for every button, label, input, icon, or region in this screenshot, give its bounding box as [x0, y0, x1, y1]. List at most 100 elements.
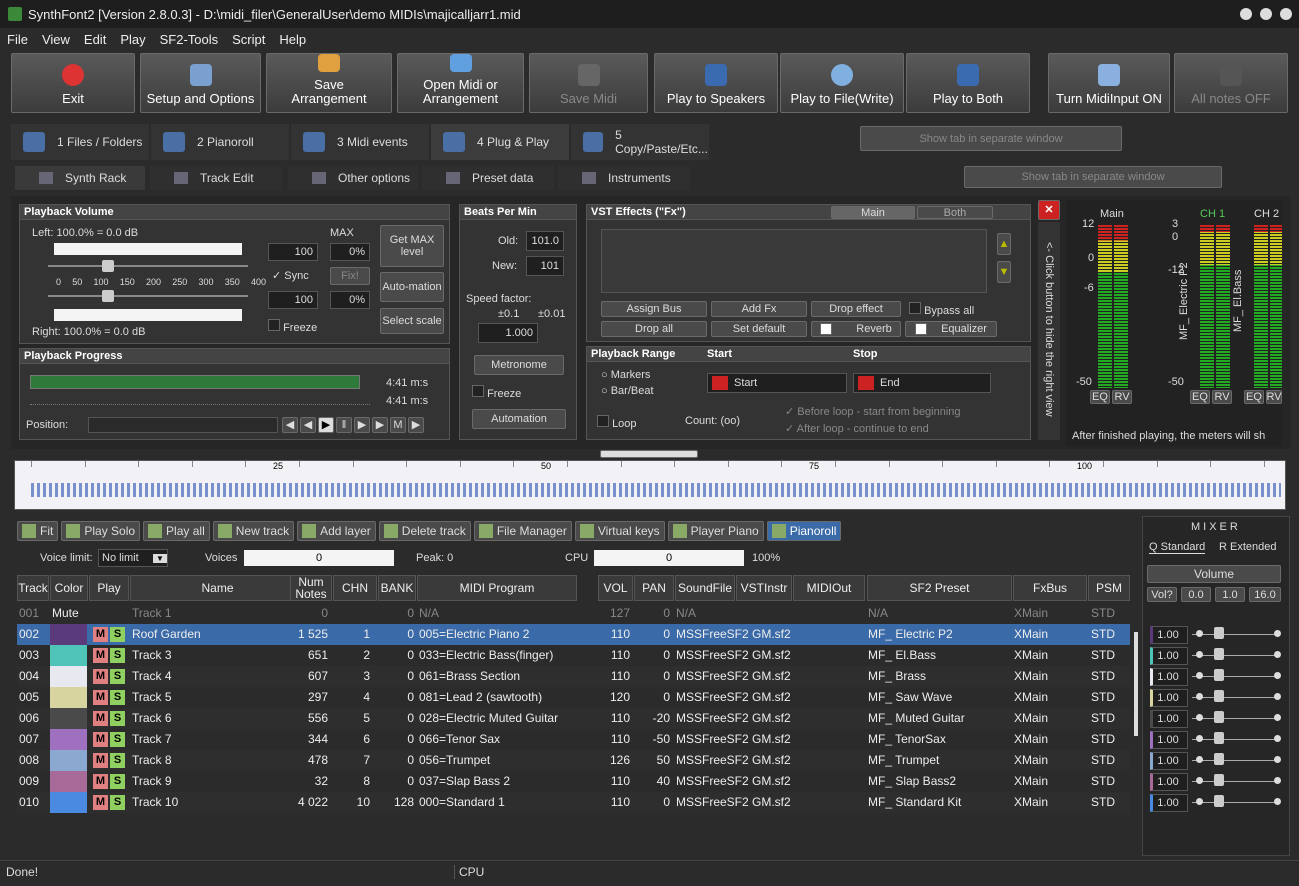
mixer-volume-value[interactable]: 1.00 [1150, 731, 1188, 749]
track-soundfile[interactable]: MSSFreeSF2 GM.sf2 [676, 648, 791, 662]
tracktool-fit[interactable]: Fit [17, 521, 59, 541]
track-fxbus[interactable]: XMain [1014, 627, 1048, 641]
move-up-icon[interactable]: ▲ [997, 233, 1011, 255]
track-pan[interactable]: -20 [653, 711, 670, 725]
col-fxbus[interactable]: FxBus [1013, 575, 1087, 601]
solo-button[interactable]: S [110, 795, 125, 810]
mute-button[interactable]: M [93, 648, 108, 663]
mixer-volume-value[interactable]: 1.00 [1150, 689, 1188, 707]
save-arrangement-button[interactable]: Save Arrangement [266, 53, 392, 113]
track-bank[interactable]: 0 [407, 648, 414, 662]
mixer-slider-thumb[interactable] [1214, 648, 1224, 660]
mixer-slider-track[interactable] [1192, 760, 1276, 761]
show-tab-window-button[interactable]: Show tab in separate window [860, 126, 1122, 151]
track-program[interactable]: 061=Brass Section [419, 669, 520, 683]
right-volume-input[interactable]: 100 [268, 291, 318, 309]
mixer-slider-track[interactable] [1192, 655, 1276, 656]
play-icon[interactable]: ▶ [318, 417, 334, 433]
mixer-pan-knob[interactable] [1196, 714, 1203, 721]
prev-icon[interactable]: ◀ [300, 417, 316, 433]
subtab-2[interactable]: Track Edit [150, 166, 282, 190]
reverb-button[interactable]: Reverb [811, 321, 901, 337]
track-name[interactable]: Track 10 [132, 795, 178, 809]
col-vol[interactable]: VOL [598, 575, 633, 601]
mixer-pan-knob[interactable] [1196, 630, 1203, 637]
track-psm[interactable]: STD [1091, 648, 1115, 662]
track-vol[interactable]: 110 [611, 669, 630, 683]
mixer-pan-knob[interactable] [1196, 693, 1203, 700]
loop-checkbox[interactable]: Loop [597, 415, 637, 430]
table-row[interactable]: 008 M S Track 8 478 7 0 056=Trumpet 126 50 MSSFree… [17, 750, 1130, 771]
track-chn[interactable]: 5 [363, 711, 370, 725]
solo-button[interactable]: S [110, 648, 125, 663]
mixer-pan-knob[interactable] [1196, 735, 1203, 742]
col-vstinstr[interactable]: VSTInstr [736, 575, 792, 601]
track-program[interactable]: 028=Electric Muted Guitar [419, 711, 558, 725]
play-both-button[interactable]: Play to Both [906, 53, 1030, 113]
tab-4[interactable]: 4 Plug & Play [431, 124, 569, 160]
ch2-rv-button[interactable]: RV [1266, 390, 1282, 404]
track-fxbus[interactable]: XMain [1014, 690, 1048, 704]
after-loop-checkbox[interactable]: ✓ After loop - continue to end [785, 422, 929, 435]
track-soundfile[interactable]: MSSFreeSF2 GM.sf2 [676, 711, 791, 725]
track-psm[interactable]: STD [1091, 627, 1115, 641]
track-psm[interactable]: STD [1091, 606, 1115, 620]
mixer-volume-button[interactable]: Volume [1147, 565, 1281, 583]
track-vol[interactable]: 127 [610, 606, 630, 620]
maximize-icon[interactable] [1260, 8, 1272, 20]
mixer-slider-thumb[interactable] [1214, 795, 1224, 807]
pause-icon[interactable]: ‖ [336, 417, 352, 433]
mute-button[interactable]: M [93, 753, 108, 768]
table-row[interactable]: 002 M S Roof Garden 1 525 1 0 005=Electric Pian… [17, 624, 1130, 645]
next-icon[interactable]: ▶ [354, 417, 370, 433]
track-pan[interactable]: 0 [663, 690, 670, 704]
solo-button[interactable]: S [110, 690, 125, 705]
mixer-slider-thumb[interactable] [1214, 690, 1224, 702]
track-fxbus[interactable]: XMain [1014, 774, 1048, 788]
col-midi-program[interactable]: MIDI Program [417, 575, 577, 601]
left-volume-input[interactable]: 100 [268, 243, 318, 261]
track-sf2-preset[interactable]: MF_ Trumpet [868, 753, 939, 767]
solo-button[interactable]: S [110, 753, 125, 768]
track-color-swatch[interactable] [50, 708, 87, 729]
vst-effects-list[interactable] [601, 229, 987, 293]
tracktool-player-piano[interactable]: Player Piano [667, 521, 764, 541]
set-default-button[interactable]: Set default [711, 321, 807, 337]
track-bank[interactable]: 0 [407, 753, 414, 767]
grid-scrollbar[interactable] [1134, 632, 1138, 736]
track-name[interactable]: Roof Garden [132, 627, 201, 641]
track-pan[interactable]: 40 [657, 774, 670, 788]
track-soundfile[interactable]: MSSFreeSF2 GM.sf2 [676, 795, 791, 809]
col-name[interactable]: Name [130, 575, 305, 601]
track-program[interactable]: 033=Electric Bass(finger) [419, 648, 553, 662]
splitter-handle[interactable] [600, 450, 698, 458]
solo-button[interactable]: S [110, 774, 125, 789]
tracktool-virtual-keys[interactable]: Virtual keys [574, 521, 665, 541]
left-slider-thumb[interactable] [102, 260, 114, 272]
track-soundfile[interactable]: MSSFreeSF2 GM.sf2 [676, 669, 791, 683]
automation-button[interactable]: Auto-mation [380, 272, 444, 302]
song-overview[interactable]: 25 50 75 100 [14, 460, 1286, 510]
table-row[interactable]: 004 M S Track 4 607 3 0 061=Brass Section 110 0 MS… [17, 666, 1130, 687]
open-midi-button[interactable]: Open Midi or Arrangement [397, 53, 524, 113]
rewind-icon[interactable]: ◀ [282, 417, 298, 433]
track-chn[interactable]: 3 [363, 669, 370, 683]
track-fxbus[interactable]: XMain [1014, 648, 1048, 662]
track-soundfile[interactable]: MSSFreeSF2 GM.sf2 [676, 753, 791, 767]
track-chn[interactable]: 7 [363, 753, 370, 767]
col-bank[interactable]: BANK [378, 575, 416, 601]
col-pan[interactable]: PAN [634, 575, 674, 601]
select-scale-button[interactable]: Select scale [380, 308, 444, 334]
track-bank[interactable]: 0 [407, 669, 414, 683]
track-name[interactable]: Track 9 [132, 774, 172, 788]
subtab-4[interactable]: Preset data [422, 166, 554, 190]
setup-button[interactable]: Setup and Options [140, 53, 261, 113]
minimize-icon[interactable] [1240, 8, 1252, 20]
turn-midi-input-button[interactable]: Turn MidiInput ON [1048, 53, 1170, 113]
table-row[interactable]: 001 Mute Track 1 0 0 N/A 127 0 N/A N/A XMain STD [17, 603, 1130, 624]
col-midiout[interactable]: MIDIOut [793, 575, 865, 601]
mute-button[interactable]: M [93, 711, 108, 726]
mixer-v16-button[interactable]: 16.0 [1249, 587, 1281, 602]
exit-button[interactable]: Exit [11, 53, 135, 113]
menu-item-sf2-tools[interactable]: SF2-Tools [153, 32, 226, 47]
